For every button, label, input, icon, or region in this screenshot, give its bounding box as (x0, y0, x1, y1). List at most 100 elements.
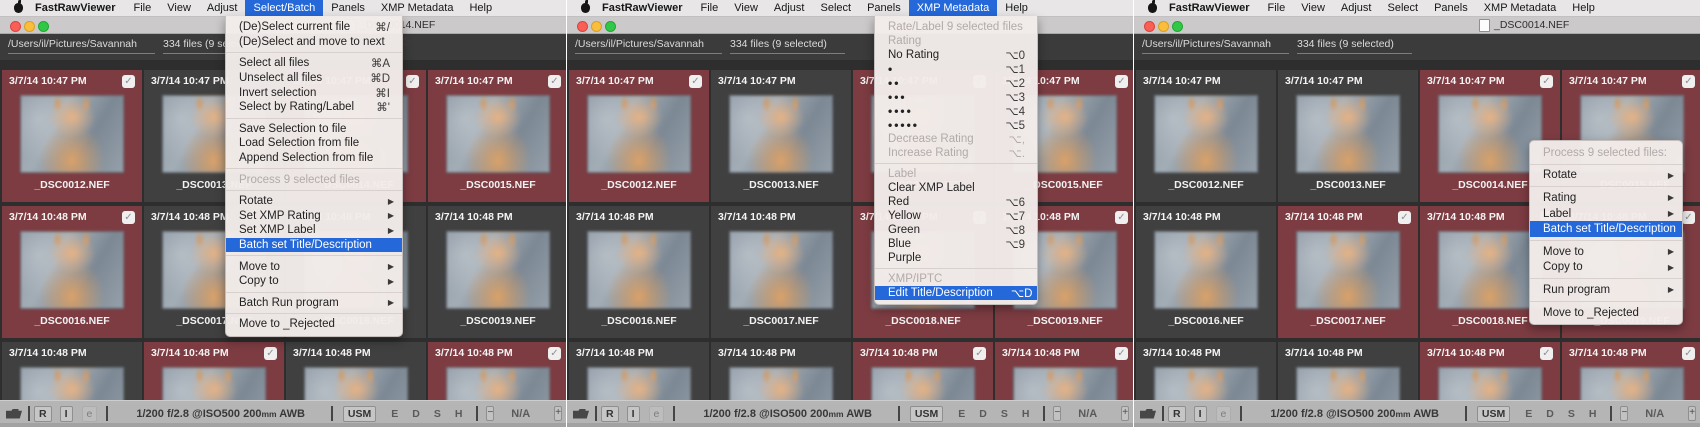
menu-item-copy-to[interactable]: Copy to▶ (1530, 260, 1682, 276)
menu-item-de-select-and-move-to-next[interactable]: (De)Select and move to next⌘. (226, 35, 402, 50)
selected-checkbox-icon[interactable]: ✓ (1398, 211, 1411, 224)
folder-path[interactable]: /Users/il/Pictures/Savannah (1142, 38, 1289, 54)
thumbnail-cell[interactable]: 3/7/14 10:48 PM✓_DSC0016.NEF (2, 206, 142, 338)
menu-item-move-to-rejected[interactable]: Move to _Rejected (1530, 305, 1682, 321)
selected-checkbox-icon[interactable]: ✓ (548, 347, 561, 360)
thumbnail-cell[interactable]: 3/7/14 10:48 PM_DSC0016.NEF (569, 206, 709, 338)
menu-item-move-to[interactable]: Move to▶ (226, 259, 402, 274)
menubar-item-view[interactable]: View (1293, 0, 1333, 16)
minimize-button[interactable] (1158, 21, 1169, 32)
exposure-plus-button[interactable]: + (1121, 406, 1129, 421)
folder-path[interactable]: /Users/il/Pictures/Savannah (8, 38, 155, 54)
selected-checkbox-icon[interactable]: ✓ (1115, 347, 1128, 360)
menubar-item-help[interactable]: Help (1564, 0, 1603, 16)
zoom-button[interactable] (38, 21, 49, 32)
close-button[interactable] (577, 21, 588, 32)
menu-item-batch-run-program[interactable]: Batch Run program▶ (226, 296, 402, 311)
folder-path[interactable]: /Users/il/Pictures/Savannah (575, 38, 722, 54)
selected-checkbox-icon[interactable]: ✓ (548, 75, 561, 88)
menu-item-green[interactable]: Green⌥8 (875, 223, 1037, 237)
thumbnail-cell[interactable]: 3/7/14 10:48 PM_DSC0019.NEF (428, 206, 566, 338)
selected-checkbox-icon[interactable]: ✓ (406, 75, 419, 88)
menubar-item-view[interactable]: View (726, 0, 766, 16)
menubar-item-adjust[interactable]: Adjust (766, 0, 813, 16)
menubar-item-xmp-metadata[interactable]: XMP Metadata (909, 0, 998, 16)
selected-checkbox-icon[interactable]: ✓ (1682, 211, 1695, 224)
menu-item-rating[interactable]: Rating▶ (1530, 190, 1682, 206)
sharpen-toggle-e[interactable]: E (958, 408, 965, 420)
menu-item-yellow[interactable]: Yellow⌥7 (875, 209, 1037, 223)
thumbnail-cell[interactable]: 3/7/14 10:47 PM✓_DSC0012.NEF (2, 70, 142, 202)
sharpen-toggle-d[interactable]: D (1546, 408, 1554, 420)
sharpen-toggle-e[interactable]: E (1525, 408, 1532, 420)
menubar-item-file[interactable]: File (1260, 0, 1294, 16)
menubar-app-name[interactable]: FastRawViewer (29, 0, 126, 16)
usm-toggle[interactable]: USM (910, 406, 943, 422)
info-toggle[interactable]: I (60, 406, 73, 422)
thumbnail-cell[interactable]: 3/7/14 10:47 PM✓_DSC0012.NEF (569, 70, 709, 202)
menubar-item-panels[interactable]: Panels (1426, 0, 1476, 16)
sharpen-toggle-d[interactable]: D (979, 408, 987, 420)
selected-checkbox-icon[interactable]: ✓ (973, 347, 986, 360)
menubar-item-panels[interactable]: Panels (323, 0, 373, 16)
exposure-plus-button[interactable]: + (554, 406, 562, 421)
menubar-item-xmp-metadata[interactable]: XMP Metadata (1476, 0, 1565, 16)
selected-checkbox-icon[interactable]: ✓ (1540, 347, 1553, 360)
selected-checkbox-icon[interactable]: ✓ (122, 75, 135, 88)
exif-toggle[interactable]: e (1216, 406, 1232, 422)
info-toggle[interactable]: I (627, 406, 640, 422)
thumbnail-cell[interactable]: 3/7/14 10:47 PM_DSC0013.NEF (711, 70, 851, 202)
selected-checkbox-icon[interactable]: ✓ (1115, 75, 1128, 88)
menubar-app-name[interactable]: FastRawViewer (1163, 0, 1260, 16)
menu-item-de-select-current-file[interactable]: (De)Select current file⌘/ (226, 20, 402, 35)
menubar-item-adjust[interactable]: Adjust (1333, 0, 1380, 16)
menu-item-invert-selection[interactable]: Invert selection⌘I (226, 85, 402, 100)
menu-item-move-to[interactable]: Move to▶ (1530, 244, 1682, 260)
menubar-item-select[interactable]: Select (812, 0, 859, 16)
menu-item-purple[interactable]: Purple (875, 251, 1037, 265)
selected-checkbox-icon[interactable]: ✓ (1682, 75, 1695, 88)
menu-item-rotate[interactable]: Rotate▶ (226, 194, 402, 209)
menu-item-item[interactable]: ••••⌥4 (875, 104, 1037, 118)
zoom-button[interactable] (1172, 21, 1183, 32)
sharpen-toggle-h[interactable]: H (1022, 408, 1030, 420)
apple-menu-icon[interactable] (14, 3, 23, 13)
menubar-item-adjust[interactable]: Adjust (199, 0, 246, 16)
menubar-item-file[interactable]: File (693, 0, 727, 16)
menubar-item-help[interactable]: Help (461, 0, 500, 16)
sharpen-toggle-e[interactable]: E (391, 408, 398, 420)
minimize-button[interactable] (24, 21, 35, 32)
exif-toggle[interactable]: e (82, 406, 98, 422)
sharpen-toggle-s[interactable]: S (1568, 408, 1575, 420)
sharpen-toggle-h[interactable]: H (1589, 408, 1597, 420)
thumbnail-cell[interactable]: 3/7/14 10:48 PM✓_DSC0017.NEF (1278, 206, 1418, 338)
exposure-minus-button[interactable]: − (486, 406, 494, 421)
zoom-button[interactable] (605, 21, 616, 32)
menu-item-item[interactable]: •••⌥3 (875, 90, 1037, 104)
selected-checkbox-icon[interactable]: ✓ (1540, 75, 1553, 88)
menu-item-item[interactable]: ••⌥2 (875, 76, 1037, 90)
exposure-minus-button[interactable]: − (1053, 406, 1061, 421)
close-button[interactable] (1144, 21, 1155, 32)
menu-item-move-to-rejected[interactable]: Move to _Rejected (226, 317, 402, 332)
usm-toggle[interactable]: USM (1477, 406, 1510, 422)
exposure-plus-button[interactable]: + (1688, 406, 1696, 421)
usm-toggle[interactable]: USM (343, 406, 376, 422)
menu-item-run-program[interactable]: Run program▶ (1530, 282, 1682, 298)
open-folder-icon[interactable] (6, 409, 22, 419)
open-folder-icon[interactable] (573, 409, 589, 419)
menu-item-blue[interactable]: Blue⌥9 (875, 237, 1037, 251)
menu-item-select-all-files[interactable]: Select all files⌘A (226, 56, 402, 71)
menu-item-set-xmp-label[interactable]: Set XMP Label▶ (226, 223, 402, 238)
menubar-item-file[interactable]: File (126, 0, 160, 16)
open-folder-icon[interactable] (1140, 409, 1156, 419)
selected-checkbox-icon[interactable]: ✓ (264, 347, 277, 360)
menubar-item-xmp-metadata[interactable]: XMP Metadata (373, 0, 462, 16)
thumbnail-cell[interactable]: 3/7/14 10:47 PM_DSC0012.NEF (1136, 70, 1276, 202)
menu-item-copy-to[interactable]: Copy to▶ (226, 274, 402, 289)
menu-item-select-by-rating-label[interactable]: Select by Rating/Label⌘' (226, 100, 402, 115)
menu-item-edit-title-description[interactable]: Edit Title/Description⌥D (875, 286, 1037, 300)
sharpen-toggle-s[interactable]: S (434, 408, 441, 420)
menu-item-unselect-all-files[interactable]: Unselect all files⌘D (226, 71, 402, 86)
menu-item-load-selection-from-file[interactable]: Load Selection from file (226, 136, 402, 151)
